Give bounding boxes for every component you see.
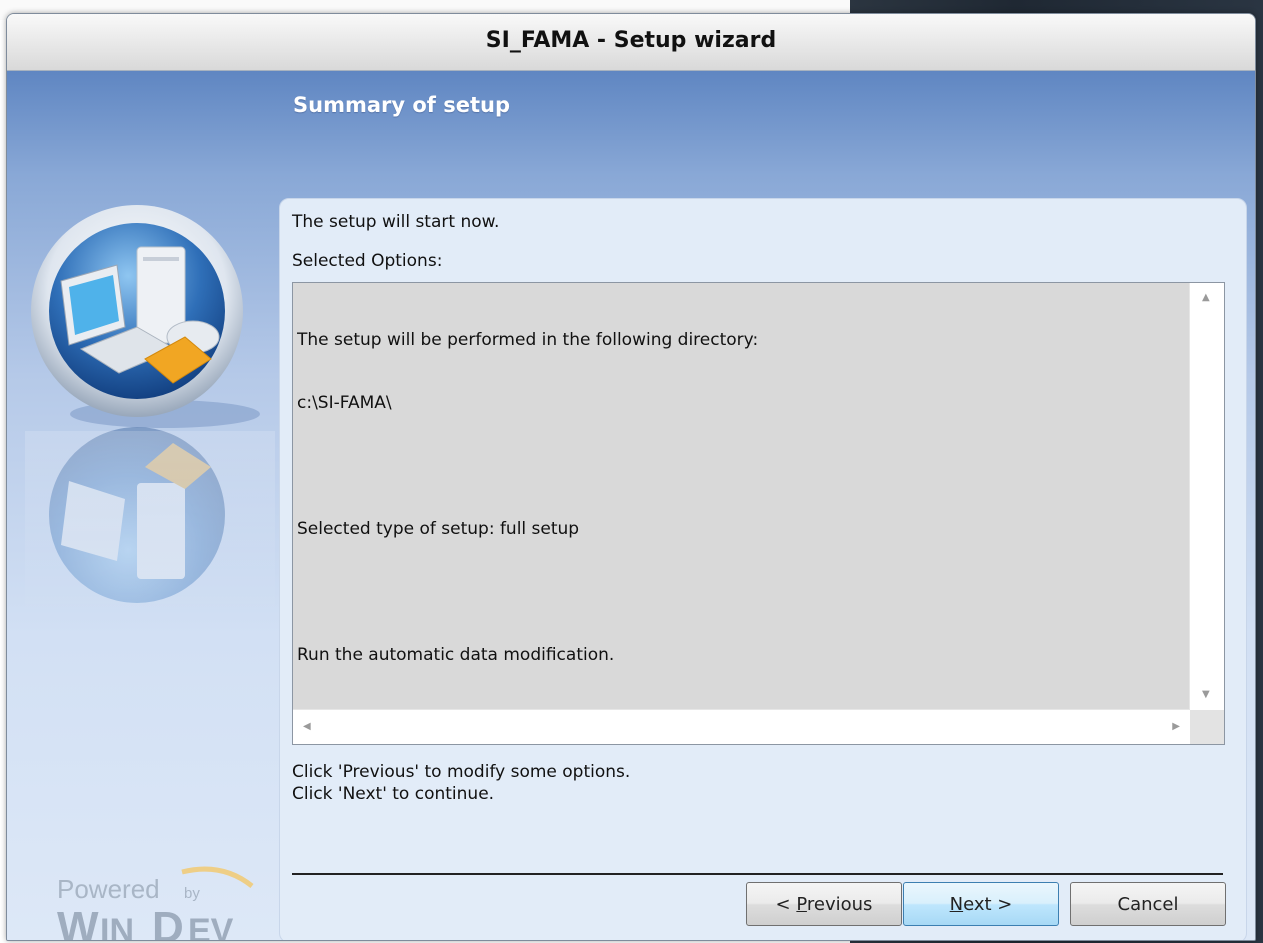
svg-text:IN: IN <box>100 912 134 941</box>
scrollbar-corner <box>1190 710 1224 744</box>
windev-logo: Powered by W IN D EV <box>57 866 254 941</box>
summary-panel: The setup will start now. Selected Optio… <box>279 198 1247 940</box>
scroll-left-arrow-icon[interactable]: ◀ <box>303 722 311 732</box>
options-line <box>297 456 1187 477</box>
previous-label-rest: revious <box>806 894 873 915</box>
options-line: c:\SI-FAMA\ <box>297 393 392 413</box>
options-line: Selected type of setup: full setup <box>297 519 580 539</box>
next-label-rest: ext > <box>963 894 1013 915</box>
svg-text:EV: EV <box>188 912 234 941</box>
selected-options-label: Selected Options: <box>292 251 443 271</box>
cancel-button[interactable]: Cancel <box>1070 882 1226 926</box>
options-line <box>297 582 1187 603</box>
intro-text: The setup will start now. <box>292 212 500 232</box>
hint-next: Click 'Next' to continue. <box>292 784 495 804</box>
computer-setup-icon <box>25 205 275 619</box>
horizontal-scrollbar[interactable]: ◀ ▶ <box>293 709 1190 744</box>
next-button[interactable]: Next > <box>903 882 1059 926</box>
button-separator <box>292 873 1223 875</box>
svg-text:W: W <box>57 903 99 941</box>
previous-prefix: < <box>775 894 797 915</box>
next-accelerator: N <box>949 894 964 915</box>
step-title: Summary of setup <box>293 93 511 117</box>
setup-wizard-window: SI_FAMA - Setup wizard Summary of setup <box>6 13 1256 941</box>
scroll-up-arrow-icon[interactable]: ▲ <box>1202 293 1210 303</box>
title-bar[interactable]: SI_FAMA - Setup wizard <box>7 14 1255 71</box>
previous-accelerator: P <box>796 894 807 915</box>
svg-text:Powered: Powered <box>57 874 160 904</box>
options-line: Run the automatic data modification. <box>297 645 615 665</box>
wizard-content: Summary of setup The setup will start no… <box>7 71 1255 940</box>
scroll-right-arrow-icon[interactable]: ▶ <box>1172 722 1180 732</box>
hint-previous: Click 'Previous' to modify some options. <box>292 762 631 782</box>
options-line: The setup will be performed in the follo… <box>297 330 759 350</box>
svg-text:D: D <box>152 903 184 941</box>
selected-options-textarea[interactable]: The setup will be performed in the follo… <box>292 282 1225 745</box>
previous-button[interactable]: < Previous <box>746 882 902 926</box>
selected-options-text: The setup will be performed in the follo… <box>297 288 1187 708</box>
vertical-scrollbar[interactable]: ▲ ▼ <box>1189 283 1224 710</box>
scroll-down-arrow-icon[interactable]: ▼ <box>1202 690 1210 700</box>
window-title: SI_FAMA - Setup wizard <box>485 28 777 53</box>
svg-text:by: by <box>184 885 200 902</box>
